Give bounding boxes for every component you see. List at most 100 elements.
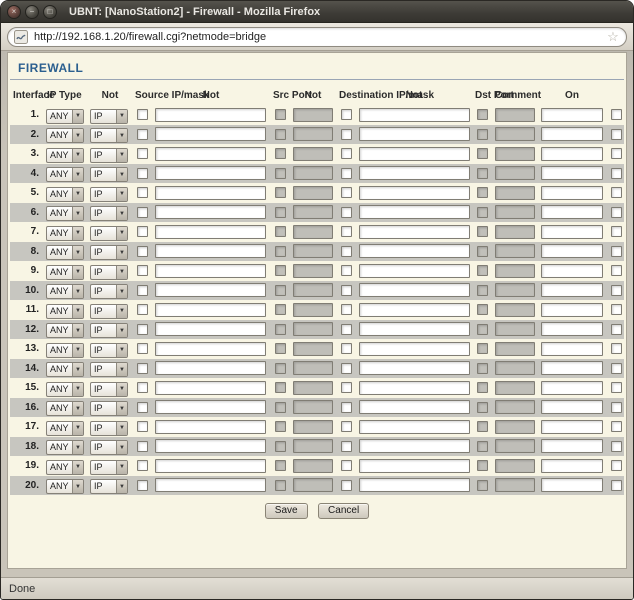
dest-ip-input[interactable] — [359, 361, 470, 375]
dest-ip-input[interactable] — [359, 478, 470, 492]
not-source-checkbox[interactable] — [137, 402, 148, 413]
source-ip-input[interactable] — [155, 322, 266, 336]
not-source-checkbox[interactable] — [137, 441, 148, 452]
url-input[interactable] — [34, 31, 606, 43]
not-source-checkbox[interactable] — [137, 480, 148, 491]
not-dest-checkbox[interactable] — [341, 187, 352, 198]
cancel-button[interactable]: Cancel — [318, 503, 369, 519]
on-checkbox[interactable] — [611, 421, 622, 432]
not-source-checkbox[interactable] — [137, 382, 148, 393]
not-dest-checkbox[interactable] — [341, 285, 352, 296]
url-bar[interactable]: ☆ — [7, 27, 627, 47]
maximize-icon[interactable]: □ — [43, 5, 57, 19]
comment-input[interactable] — [541, 439, 603, 453]
dest-ip-input[interactable] — [359, 400, 470, 414]
interface-select[interactable]: ANY▼ — [46, 187, 84, 202]
not-dest-checkbox[interactable] — [341, 168, 352, 179]
source-ip-input[interactable] — [155, 108, 266, 122]
ip-type-select[interactable]: IP▼ — [90, 245, 128, 260]
bookmark-star-icon[interactable]: ☆ — [606, 30, 620, 44]
interface-select[interactable]: ANY▼ — [46, 323, 84, 338]
comment-input[interactable] — [541, 420, 603, 434]
not-source-checkbox[interactable] — [137, 246, 148, 257]
source-ip-input[interactable] — [155, 225, 266, 239]
dest-ip-input[interactable] — [359, 127, 470, 141]
on-checkbox[interactable] — [611, 168, 622, 179]
interface-select[interactable]: ANY▼ — [46, 421, 84, 436]
on-checkbox[interactable] — [611, 382, 622, 393]
dest-ip-input[interactable] — [359, 264, 470, 278]
dest-ip-input[interactable] — [359, 322, 470, 336]
not-dest-checkbox[interactable] — [341, 129, 352, 140]
interface-select[interactable]: ANY▼ — [46, 479, 84, 494]
not-dest-checkbox[interactable] — [341, 265, 352, 276]
interface-select[interactable]: ANY▼ — [46, 109, 84, 124]
on-checkbox[interactable] — [611, 402, 622, 413]
comment-input[interactable] — [541, 322, 603, 336]
source-ip-input[interactable] — [155, 205, 266, 219]
comment-input[interactable] — [541, 147, 603, 161]
on-checkbox[interactable] — [611, 129, 622, 140]
on-checkbox[interactable] — [611, 207, 622, 218]
interface-select[interactable]: ANY▼ — [46, 148, 84, 163]
not-dest-checkbox[interactable] — [341, 148, 352, 159]
ip-type-select[interactable]: IP▼ — [90, 148, 128, 163]
on-checkbox[interactable] — [611, 304, 622, 315]
not-source-checkbox[interactable] — [137, 187, 148, 198]
ip-type-select[interactable]: IP▼ — [90, 382, 128, 397]
comment-input[interactable] — [541, 303, 603, 317]
comment-input[interactable] — [541, 108, 603, 122]
ip-type-select[interactable]: IP▼ — [90, 167, 128, 182]
interface-select[interactable]: ANY▼ — [46, 167, 84, 182]
source-ip-input[interactable] — [155, 400, 266, 414]
interface-select[interactable]: ANY▼ — [46, 382, 84, 397]
ip-type-select[interactable]: IP▼ — [90, 265, 128, 280]
not-dest-checkbox[interactable] — [341, 363, 352, 374]
source-ip-input[interactable] — [155, 478, 266, 492]
on-checkbox[interactable] — [611, 324, 622, 335]
dest-ip-input[interactable] — [359, 283, 470, 297]
comment-input[interactable] — [541, 381, 603, 395]
ip-type-select[interactable]: IP▼ — [90, 323, 128, 338]
dest-ip-input[interactable] — [359, 205, 470, 219]
interface-select[interactable]: ANY▼ — [46, 401, 84, 416]
ip-type-select[interactable]: IP▼ — [90, 362, 128, 377]
comment-input[interactable] — [541, 459, 603, 473]
dest-ip-input[interactable] — [359, 186, 470, 200]
interface-select[interactable]: ANY▼ — [46, 362, 84, 377]
dest-ip-input[interactable] — [359, 108, 470, 122]
source-ip-input[interactable] — [155, 127, 266, 141]
comment-input[interactable] — [541, 127, 603, 141]
comment-input[interactable] — [541, 400, 603, 414]
not-dest-checkbox[interactable] — [341, 382, 352, 393]
dest-ip-input[interactable] — [359, 381, 470, 395]
not-source-checkbox[interactable] — [137, 109, 148, 120]
not-source-checkbox[interactable] — [137, 265, 148, 276]
close-icon[interactable]: × — [7, 5, 21, 19]
source-ip-input[interactable] — [155, 381, 266, 395]
ip-type-select[interactable]: IP▼ — [90, 421, 128, 436]
dest-ip-input[interactable] — [359, 303, 470, 317]
on-checkbox[interactable] — [611, 246, 622, 257]
dest-ip-input[interactable] — [359, 459, 470, 473]
comment-input[interactable] — [541, 244, 603, 258]
on-checkbox[interactable] — [611, 226, 622, 237]
ip-type-select[interactable]: IP▼ — [90, 226, 128, 241]
not-source-checkbox[interactable] — [137, 148, 148, 159]
dest-ip-input[interactable] — [359, 244, 470, 258]
on-checkbox[interactable] — [611, 265, 622, 276]
source-ip-input[interactable] — [155, 303, 266, 317]
minimize-icon[interactable]: − — [25, 5, 39, 19]
interface-select[interactable]: ANY▼ — [46, 460, 84, 475]
not-source-checkbox[interactable] — [137, 343, 148, 354]
not-dest-checkbox[interactable] — [341, 109, 352, 120]
source-ip-input[interactable] — [155, 420, 266, 434]
not-source-checkbox[interactable] — [137, 285, 148, 296]
source-ip-input[interactable] — [155, 186, 266, 200]
ip-type-select[interactable]: IP▼ — [90, 460, 128, 475]
comment-input[interactable] — [541, 186, 603, 200]
not-dest-checkbox[interactable] — [341, 207, 352, 218]
not-dest-checkbox[interactable] — [341, 304, 352, 315]
interface-select[interactable]: ANY▼ — [46, 226, 84, 241]
not-dest-checkbox[interactable] — [341, 343, 352, 354]
